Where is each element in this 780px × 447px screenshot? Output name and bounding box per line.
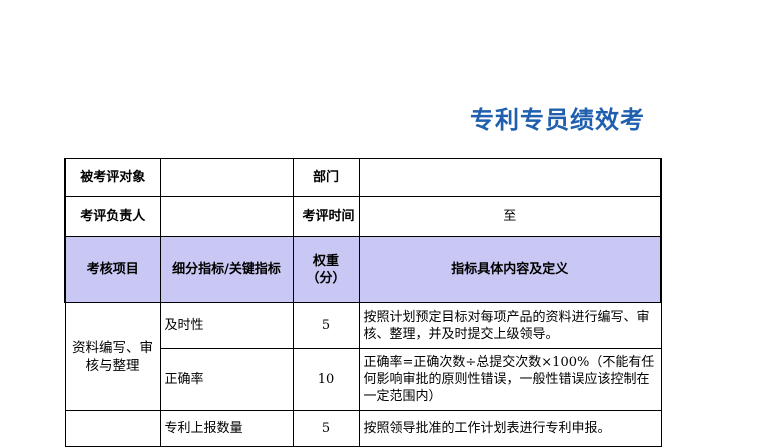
dept-value-cell[interactable]	[358, 158, 662, 197]
definition-cell: 按照计划预定目标对每项产品的资料进行编写、审核、整理，并及时提交上级领导。	[358, 302, 662, 349]
header-indicator: 细分指标/关键指标	[159, 236, 294, 303]
indicator-cell: 正确率	[159, 348, 294, 411]
weight-cell: 5	[292, 410, 360, 447]
sheet-title: 专利专员绩效考	[470, 106, 645, 134]
owner-value-cell[interactable]	[159, 196, 294, 237]
target-value-cell[interactable]	[159, 158, 294, 197]
label-owner: 考评负责人	[64, 196, 161, 237]
time-value-cell[interactable]: 至	[358, 196, 662, 237]
indicator-cell: 专利上报数量	[159, 410, 294, 447]
label-dept: 部门	[292, 158, 360, 197]
label-time: 考评时间	[292, 196, 360, 237]
table-row: 资料编写、审核与整理 及时性 5 按照计划预定目标对每项产品的资料进行编写、审核…	[64, 302, 662, 411]
weight-cell: 10	[292, 348, 360, 411]
header-weight: 权重 （分）	[292, 236, 360, 303]
label-target: 被考评对象	[64, 158, 161, 197]
header-definition: 指标具体内容及定义	[358, 236, 662, 303]
table-row: 专利上报数量 5 按照领导批准的工作计划表进行专利申报。	[64, 410, 662, 447]
weight-cell: 5	[292, 302, 360, 349]
performance-table: 被考评对象 部门 考评负责人 考评时间 至 考核项目 细分指标/关键指标 权重 …	[64, 158, 662, 447]
header-row: 考核项目 细分指标/关键指标 权重 （分） 指标具体内容及定义	[64, 236, 662, 303]
indicator-cell: 及时性	[159, 302, 294, 349]
definition-cell: 按照领导批准的工作计划表进行专利申报。	[358, 410, 662, 447]
category-cell-empty	[64, 410, 161, 447]
row-target: 被考评对象 部门	[64, 158, 662, 197]
header-item: 考核项目	[64, 236, 161, 303]
row-owner: 考评负责人 考评时间 至	[64, 196, 662, 237]
category-cell: 资料编写、审核与整理	[64, 302, 161, 411]
definition-cell: 正确率=正确次数÷总提交次数×100%（不能有任何影响审批的原则性错误，一般性错…	[358, 348, 662, 411]
